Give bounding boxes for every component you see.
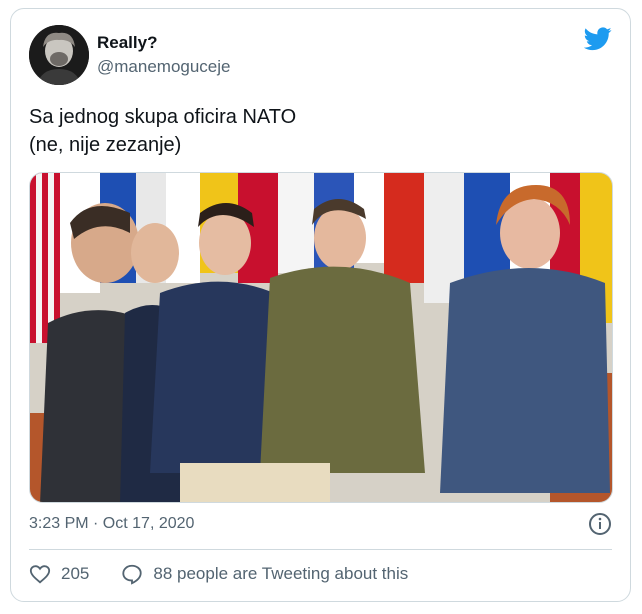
info-icon[interactable] [588,512,612,536]
tweet-text-line: (ne, nije zezanje) [29,134,182,156]
photo-image [30,173,612,502]
divider [29,549,612,550]
avatar-image [29,25,89,85]
chat-bubble-icon [122,564,143,585]
display-name[interactable]: Really? [97,33,157,53]
twitter-bird-icon[interactable] [584,27,612,51]
tweet-timestamp[interactable]: 3:23 PM · Oct 17, 2020 [29,515,194,533]
tweet-text: Sa jednog skupa oficira NATO (ne, nije z… [29,103,609,159]
heart-icon [29,565,51,584]
tweet-photo[interactable] [29,172,613,503]
reply-button[interactable]: 88 people are Tweeting about this [121,563,408,585]
tweet-actions: 205 88 people are Tweeting about this [29,563,408,585]
like-count: 205 [61,564,90,583]
tweet-text-line: Sa jednog skupa oficira NATO [29,106,297,128]
tweet-card[interactable]: Really? @manemoguceje Sa jednog skupa of… [10,8,631,602]
user-handle[interactable]: @manemoguceje [97,57,231,77]
like-button[interactable]: 205 [29,563,89,585]
avatar[interactable] [29,25,89,85]
reply-label: 88 people are Tweeting about this [153,564,409,583]
